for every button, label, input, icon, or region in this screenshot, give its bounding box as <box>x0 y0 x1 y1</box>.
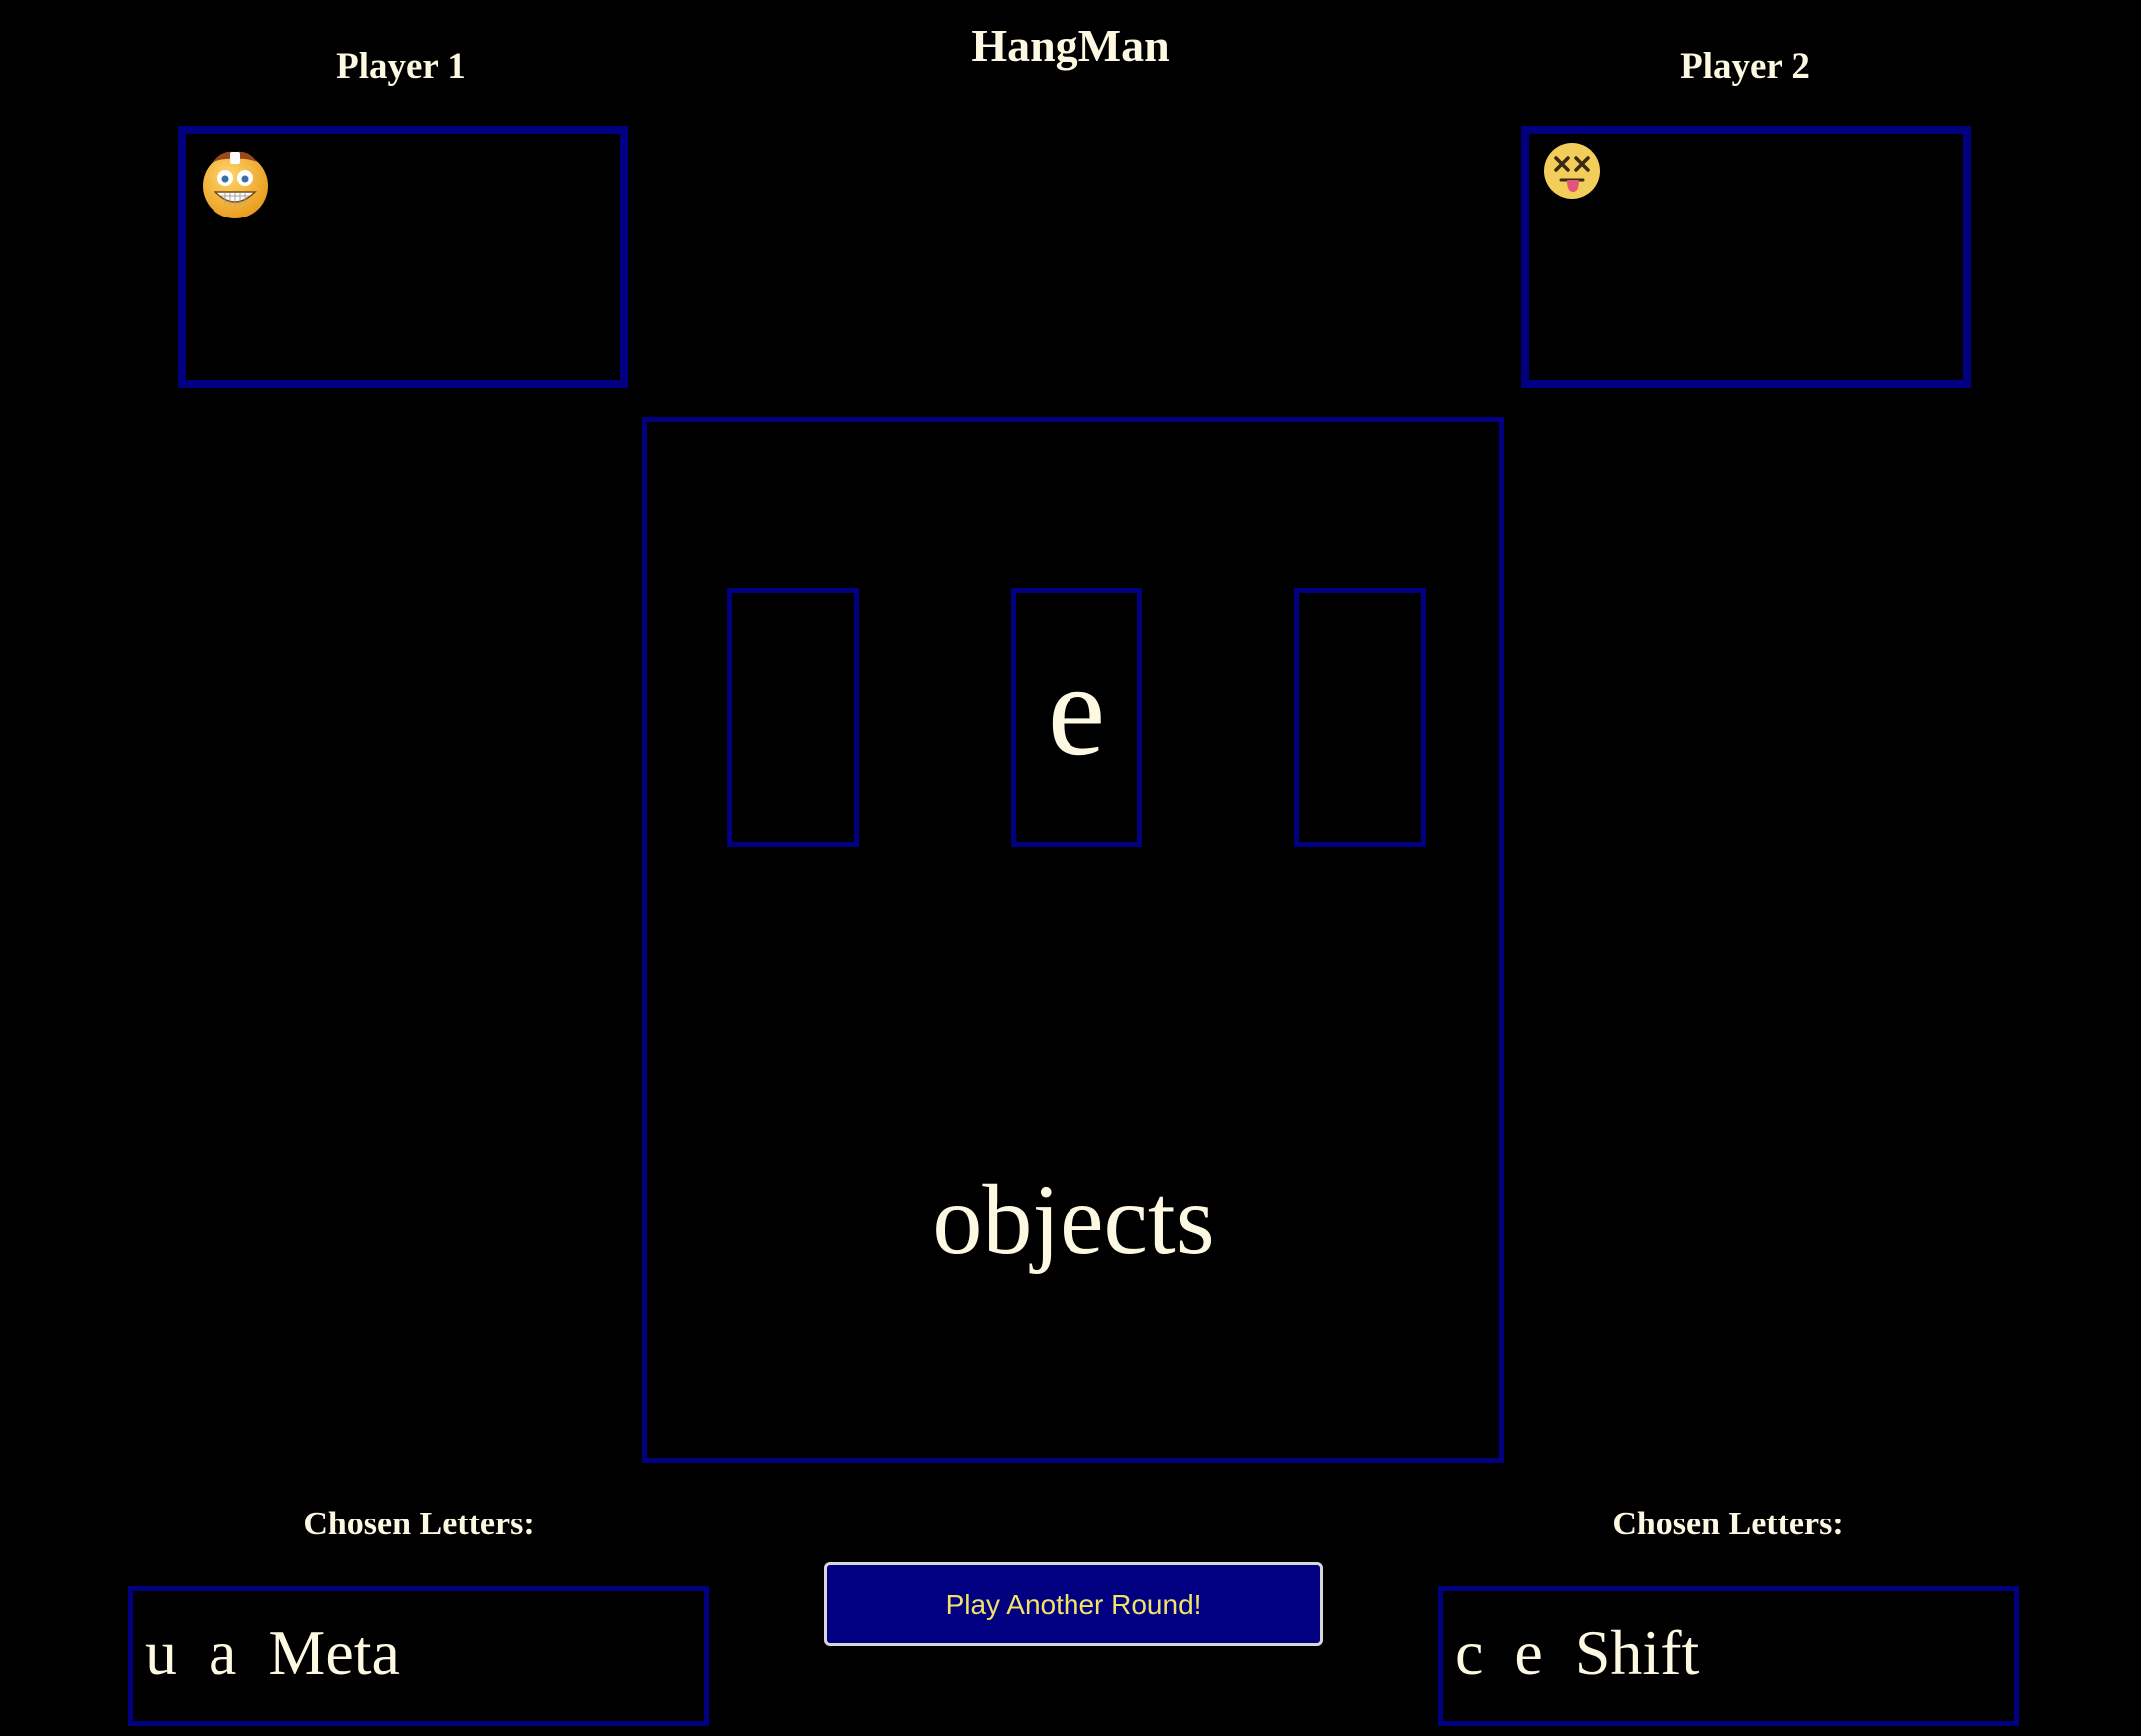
grinning-emoji-icon <box>203 151 268 218</box>
player1-chosen-letters-label: Chosen Letters: <box>303 1506 535 1542</box>
letter-slot <box>727 588 859 847</box>
letter-slot: e <box>1011 588 1142 847</box>
player2-hangman-area <box>1521 126 1971 388</box>
word-category: objects <box>932 1164 1215 1275</box>
word-board: e objects <box>642 417 1504 1463</box>
play-another-round-button[interactable]: Play Another Round! <box>824 1562 1323 1646</box>
player1-chosen-letters: u a Meta <box>128 1586 709 1726</box>
dizzy-face-emoji-icon <box>1544 143 1600 199</box>
player1-label: Player 1 <box>336 46 466 87</box>
player2-chosen-letters-label: Chosen Letters: <box>1612 1506 1844 1542</box>
player2-chosen-letters: c e Shift <box>1438 1586 2019 1726</box>
player1-hangman-area <box>178 126 628 388</box>
letter-slot <box>1294 588 1426 847</box>
player2-label: Player 2 <box>1680 46 1810 87</box>
